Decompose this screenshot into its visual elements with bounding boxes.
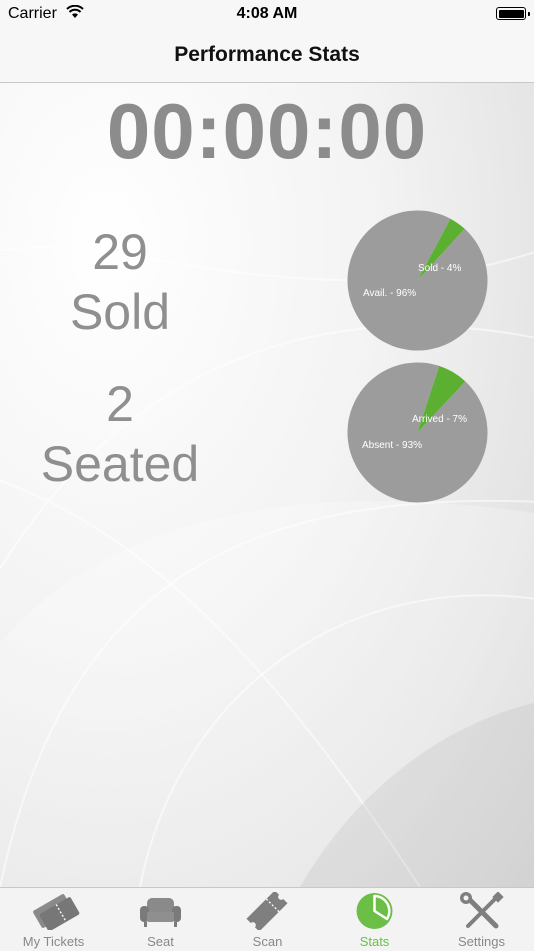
tab-bar: My Tickets Seat Scan Stats Settings [0,887,534,950]
pie-label-absent: Absent - 93% [362,440,422,451]
navigation-bar: Performance Stats [0,28,534,83]
tab-stats[interactable]: Stats [321,888,428,951]
seated-count: 2 [106,376,134,432]
pie-label-sold: Sold - 4% [418,263,461,274]
tab-label-my-tickets: My Tickets [22,934,85,949]
page-title: Performance Stats [174,43,360,66]
pie-label-available: Avail. - 96% [363,288,416,299]
armchair-icon [140,898,181,927]
sold-label: Sold [69,284,171,340]
tab-label-settings: Settings [458,934,505,949]
tab-label-stats: Stats [359,934,390,949]
ticket-scan-icon [246,892,288,930]
battery-icon [496,7,530,20]
pie-slice-absent [347,362,488,503]
performance-timer: 00:00:00 [106,87,428,175]
pie-slice-available [347,210,488,351]
tab-my-tickets[interactable]: My Tickets [0,888,107,951]
tab-label-scan: Scan [252,934,283,949]
sold-stat: 29 Sold [20,222,220,342]
tickets-icon [33,894,80,930]
seated-label: Seated [40,436,200,492]
seated-pie-chart: Arrived - 7% Absent - 93% [347,362,488,503]
tab-scan[interactable]: Scan [214,888,321,951]
seated-stat: 2 Seated [20,374,220,494]
sold-count: 29 [92,224,148,280]
tab-settings[interactable]: Settings [428,888,534,951]
status-time: 4:08 AM [236,5,298,22]
tab-seat[interactable]: Seat [107,888,214,951]
sold-pie-chart: Sold - 4% Avail. - 96% [347,210,488,351]
pie-chart-icon [356,893,393,929]
tab-label-seat: Seat [147,934,174,949]
wrench-screwdriver-icon [460,892,504,929]
pie-label-arrived: Arrived - 7% [412,414,467,425]
status-bar: Carrier 4:08 AM [0,0,534,28]
